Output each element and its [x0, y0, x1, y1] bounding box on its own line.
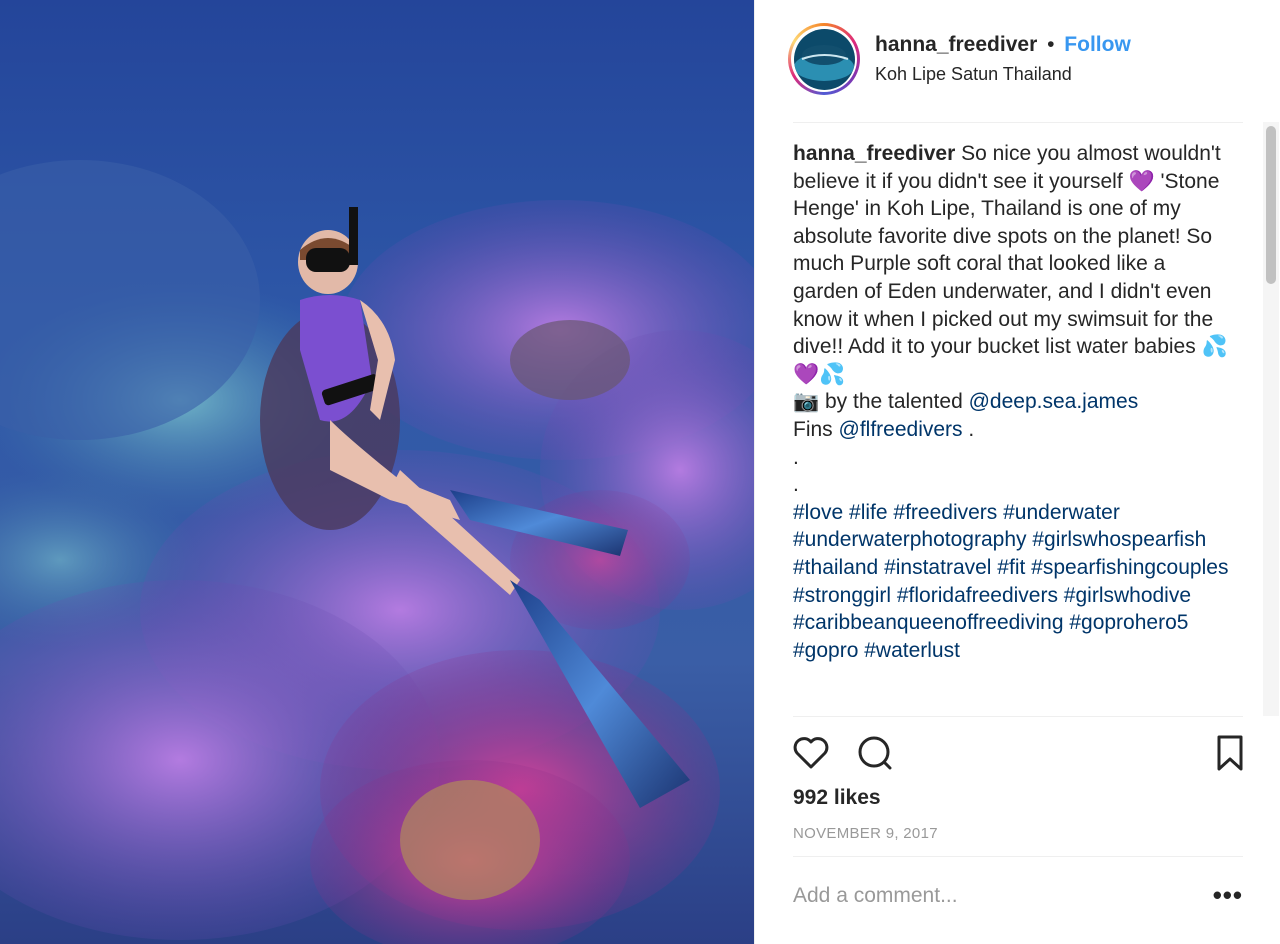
avatar-story-ring[interactable]	[788, 23, 860, 95]
post-details-panel: hanna_freediver • Follow Koh Lipe Satun …	[754, 0, 1280, 944]
hashtags[interactable]: #love #life #freedivers #underwater #und…	[793, 501, 1228, 662]
post-photo[interactable]	[0, 0, 754, 944]
fins-suffix: .	[962, 417, 975, 441]
bookmark-icon[interactable]	[1211, 733, 1251, 778]
header-user-line: hanna_freediver • Follow	[875, 33, 1131, 57]
comment-divider	[793, 856, 1243, 857]
mention-flfreedivers[interactable]: @flfreedivers	[839, 418, 963, 441]
comment-input[interactable]	[793, 884, 1173, 908]
caption-author-link[interactable]: hanna_freediver	[793, 142, 955, 165]
dot-line-1: .	[793, 445, 799, 469]
post-header: hanna_freediver • Follow Koh Lipe Satun …	[785, 20, 1255, 100]
separator-dot: •	[1047, 33, 1055, 56]
scrollbar-thumb[interactable]	[1266, 126, 1276, 284]
header-divider	[793, 122, 1243, 123]
fins-prefix: Fins	[793, 417, 833, 441]
underwater-photo	[0, 0, 754, 944]
action-bar	[791, 733, 1251, 773]
caption-body: hanna_freediver So nice you almost would…	[793, 140, 1233, 388]
dot-line-2: .	[793, 473, 799, 497]
photo-credit-line: 📷 by the talented @deep.sea.james	[793, 388, 1233, 416]
fins-line: Fins @flfreedivers .	[793, 416, 1233, 444]
photo-credit-prefix: 📷 by the talented	[793, 390, 963, 414]
follow-button[interactable]: Follow	[1064, 33, 1131, 56]
comment-row: •••	[793, 876, 1243, 922]
caption-scrollbar[interactable]	[1263, 122, 1279, 716]
heart-icon[interactable]	[791, 733, 831, 778]
likes-count[interactable]: 992 likes	[793, 786, 881, 810]
comment-icon[interactable]	[855, 733, 895, 778]
hashtag-list: #love #life #freedivers #underwater #und…	[793, 499, 1233, 665]
post-date: NOVEMBER 9, 2017	[793, 825, 938, 842]
username-link[interactable]: hanna_freediver	[875, 33, 1037, 56]
more-options-icon[interactable]: •••	[1213, 880, 1243, 911]
location-link[interactable]: Koh Lipe Satun Thailand	[875, 64, 1072, 85]
caption-scroll-area[interactable]: hanna_freediver So nice you almost would…	[793, 140, 1233, 716]
caption-text: So nice you almost wouldn't believe it i…	[793, 142, 1228, 386]
avatar[interactable]	[793, 28, 855, 90]
mention-deep-sea-james[interactable]: @deep.sea.james	[969, 390, 1139, 413]
caption-divider	[793, 716, 1243, 717]
